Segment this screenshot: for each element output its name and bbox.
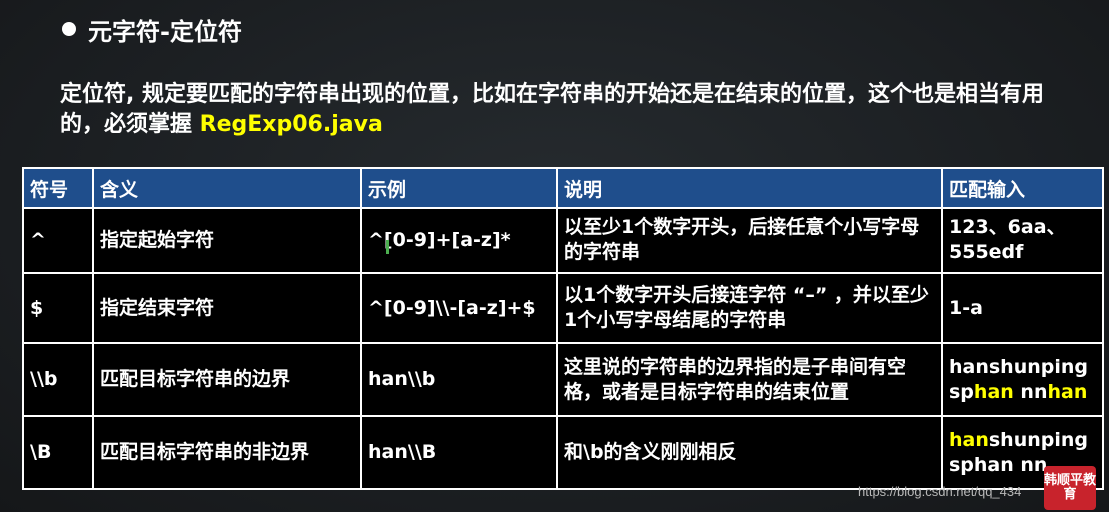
table-row: $ 指定结束字符 ^[0-9]\\-[a-z]+$ 以1个数字开头后接连字符 “… — [22, 271, 1104, 345]
header-meaning: 含义 — [92, 167, 362, 209]
match-segment: sphan nn — [949, 453, 1048, 476]
match-segment-highlight: han — [973, 380, 1014, 403]
header-symbol: 符号 — [22, 167, 94, 209]
text-cursor-icon — [386, 240, 389, 254]
match-segment: hanshunping — [949, 355, 1089, 378]
cell-symbol: \\b — [22, 342, 94, 418]
cell-description: 这里说的字符串的边界指的是子串间有空格，或者是目标字符串的结束位置 — [556, 342, 943, 418]
cell-example: han\\b — [360, 342, 558, 418]
intro-file-name: RegExp06.java — [199, 112, 383, 137]
table-row: \B 匹配目标字符串的非边界 han\\B 和\b的含义刚刚相反 hanshun… — [22, 415, 1104, 490]
match-segment: 123、6aa、555edf — [949, 216, 1066, 264]
cell-description: 以至少1个数字开头，后接任意个小写字母的字符串 — [556, 207, 943, 274]
anchor-table: 符号 含义 示例 说明 匹配输入 ^ 指定起始字符 ^[0-9]+[a-z]* … — [22, 167, 1104, 490]
heading-text: 元字符-定位符 — [88, 17, 242, 46]
intro-paragraph: 定位符, 规定要匹配的字符串出现的位置，比如在字符串的开始还是在结束的位置，这个… — [60, 80, 1070, 140]
cell-description: 以1个数字开头后接连字符 “–” ，并以至少1个小写字母结尾的字符串 — [556, 271, 943, 345]
cell-example: ^[0-9]\\-[a-z]+$ — [360, 271, 558, 345]
table-row: \\b 匹配目标字符串的边界 han\\b 这里说的字符串的边界指的是子串间有空… — [22, 342, 1104, 418]
cell-meaning: 指定结束字符 — [92, 271, 362, 345]
cell-match: hanshunping sphan nnhan — [941, 342, 1104, 418]
cell-match: 123、6aa、555edf — [941, 207, 1104, 274]
slide-heading: 元字符-定位符 — [62, 12, 242, 46]
match-segment: sp — [949, 380, 974, 403]
cell-match: 1-a — [941, 271, 1104, 345]
bullet-icon — [62, 22, 76, 36]
match-segment: 1-a — [949, 296, 983, 319]
header-example: 示例 — [360, 167, 558, 209]
logo-badge: 韩顺平教育 — [1044, 466, 1096, 510]
cell-meaning: 指定起始字符 — [92, 207, 362, 274]
cell-meaning: 匹配目标字符串的边界 — [92, 342, 362, 418]
match-segment: nn — [1013, 380, 1048, 403]
cell-symbol: ^ — [22, 207, 94, 274]
cell-description: 和\b的含义刚刚相反 — [556, 415, 943, 490]
watermark-url: https://blog.csdn.net/qq_434 — [858, 484, 1022, 499]
match-segment: shunping — [988, 428, 1089, 451]
match-segment-highlight: han — [1047, 380, 1088, 403]
cell-symbol: \B — [22, 415, 94, 490]
cell-example: ^[0-9]+[a-z]* — [360, 207, 558, 274]
cell-example: han\\B — [360, 415, 558, 490]
header-match: 匹配输入 — [941, 167, 1104, 209]
header-description: 说明 — [556, 167, 943, 209]
match-segment-highlight: han — [949, 428, 989, 451]
cell-symbol: $ — [22, 271, 94, 345]
table-header-row: 符号 含义 示例 说明 匹配输入 — [22, 167, 1104, 209]
table-row: ^ 指定起始字符 ^[0-9]+[a-z]* 以至少1个数字开头，后接任意个小写… — [22, 207, 1104, 274]
cell-meaning: 匹配目标字符串的非边界 — [92, 415, 362, 490]
